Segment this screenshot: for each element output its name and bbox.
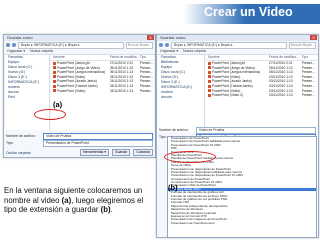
caption-text-part: tipo de extensión a guardar	[4, 205, 101, 215]
caption-text-part: nombre al video	[4, 195, 62, 205]
file-type: Presen...	[139, 88, 154, 93]
file-name-text: PowerPoint (Tutorial Jaeko)	[57, 83, 98, 88]
save-button[interactable]: Guardar	[111, 149, 131, 156]
powerpoint-file-icon	[53, 84, 56, 88]
address-bar: Bryan ▸ INFORMATICA (E:) ▸ Bryan ▸ Busca…	[159, 41, 316, 49]
file-date: 03/11/2010 1:13	[269, 93, 293, 98]
file-name-text: PowerPoint (Juego de Video)	[57, 65, 100, 70]
new-folder-button[interactable]: Nueva carpeta	[183, 49, 206, 54]
callout-b: (b)	[168, 183, 178, 192]
powerpoint-file-icon	[208, 70, 211, 74]
save-as-dialog-left: Guardar como ✕ Bryan ▸ INFORMATICA (E:) …	[3, 34, 156, 158]
file-name-text: PowerPoint (Juegos interactivos)	[57, 70, 106, 75]
file-name-text: PowerPoint (Video)	[57, 74, 86, 79]
powerpoint-file-icon	[208, 89, 211, 93]
path-input[interactable]: Bryan ▸ INFORMATICA (E:) ▸ Bryan ▸	[18, 41, 124, 49]
dialog-footer: Ocultar carpetas Herramientas ▾ Guardar …	[6, 149, 153, 156]
powerpoint-file-icon	[208, 93, 211, 97]
file-row[interactable]: PowerPoint (Video) 03/11/2010 1:13 Presen.…	[51, 89, 154, 94]
file-name-text: PowerPoint (Video)	[212, 88, 241, 93]
organize-button[interactable]: Organizar ▾	[7, 49, 25, 54]
nav-pane: Favoritos Bibliotecas Equipo Disco local (C…	[158, 55, 205, 132]
close-icon[interactable]: ✕	[310, 35, 317, 40]
powerpoint-file-icon	[53, 80, 56, 83]
title-banner: Crear un Video	[184, 4, 320, 24]
path-input[interactable]: Bryan ▸ INFORMATICA (E:) ▸ Bryan ▸	[171, 41, 287, 49]
caption-line-3: tipo de extensión a guardar (b).	[4, 205, 156, 215]
powerpoint-file-icon	[208, 84, 211, 88]
file-name: PowerPoint (Video)	[51, 89, 110, 94]
file-name-text: PowerPoint (Juego de Video)	[212, 65, 255, 70]
column-date[interactable]: Fecha de modifica...	[110, 55, 140, 60]
caption-text-part: , luego elegiremos el	[71, 195, 144, 205]
filename-label: Nombre de archivo:	[6, 134, 36, 138]
file-name-text: PowerPoint (Video)	[57, 88, 86, 93]
caption-text-part: .	[110, 205, 113, 215]
caption-line-1: En la ventana siguiente colocaremos un	[4, 186, 143, 195]
callout-a: (a)	[53, 100, 63, 109]
organize-button[interactable]: Organizar ▾	[160, 49, 178, 54]
page-title: Crear un Video	[204, 5, 293, 19]
powerpoint-file-icon	[208, 66, 211, 70]
powerpoint-file-icon	[53, 70, 56, 74]
file-list: Nombre Fecha de modifica... Tipo PowerPo…	[51, 55, 154, 130]
powerpoint-file-icon	[53, 75, 56, 79]
dropdown-option[interactable]: Presentación de OpenDocument	[168, 222, 316, 225]
caption-text: En la ventana siguiente colocaremos un n…	[4, 186, 156, 215]
caption-line-2: nombre al video (a), luego elegiremos el	[4, 196, 156, 206]
search-input[interactable]: Buscar Bryan	[126, 41, 153, 49]
address-bar: Bryan ▸ INFORMATICA (E:) ▸ Bryan ▸ Busca…	[6, 41, 153, 49]
type-label: Tipo:	[6, 141, 14, 145]
caption-ref-a: (a)	[61, 195, 72, 205]
file-type: Presen...	[301, 93, 315, 98]
file-name-text: PowerPoint (Juegos interactivos)	[212, 70, 261, 75]
column-date[interactable]: Fecha de modifica...	[269, 55, 302, 60]
file-name-text: PowerPoint (Jurado Jaeko)	[57, 79, 97, 84]
file-date: 03/11/2010 1:13	[109, 88, 134, 93]
filename-field[interactable]: Video de Prueba	[196, 126, 316, 134]
column-type[interactable]: Tipo	[140, 55, 154, 60]
file-name-text: PowerPoint (Video 2)	[212, 93, 244, 98]
close-icon[interactable]: ✕	[147, 35, 154, 40]
back-icon[interactable]	[159, 43, 163, 47]
sidebar-item[interactable]: Red	[5, 95, 49, 100]
powerpoint-file-icon	[53, 61, 56, 65]
caption-ref-b: (b)	[100, 205, 111, 215]
dialog-title: Guardar como	[4, 35, 155, 41]
file-name-text: PowerPoint (Jurado Jaeko)	[212, 79, 252, 84]
powerpoint-file-icon	[208, 75, 211, 79]
file-name-text: PowerPoint (Jaeko).jhl	[57, 61, 90, 65]
file-name: PowerPoint (Video 2)	[206, 93, 269, 98]
type-select[interactable]: Presentación de PowerPoint	[43, 139, 153, 147]
column-name[interactable]: Nombre	[206, 55, 269, 60]
file-row[interactable]: PowerPoint (Video 2) 03/11/2010 1:13 Prese…	[206, 93, 317, 98]
hide-folders-toggle[interactable]: Ocultar carpetas	[6, 151, 77, 155]
filename-label: Nombre de archivo:	[159, 128, 189, 132]
save-form: Nombre de archivo: Video de Prueba Tipo:…	[6, 132, 153, 148]
forward-icon[interactable]	[165, 43, 169, 47]
sidebar-item[interactable]: docum	[158, 95, 204, 100]
powerpoint-file-icon	[208, 61, 211, 65]
column-name[interactable]: Nombre	[51, 55, 110, 60]
dialog-title: Guardar como	[157, 35, 318, 41]
highlight-circle-filename	[34, 109, 66, 120]
search-input[interactable]: Buscar Bryan	[289, 41, 316, 49]
forward-icon[interactable]	[12, 43, 16, 47]
powerpoint-file-icon	[208, 80, 211, 83]
file-name-text: PowerPoint (Tutorial Jaeko)	[212, 83, 253, 88]
filename-field[interactable]: Video de Prueba	[43, 132, 153, 140]
cancel-button[interactable]: Cancelar	[133, 149, 153, 156]
new-folder-button[interactable]: Nueva carpeta	[30, 49, 53, 54]
highlight-circle-type	[164, 151, 216, 163]
back-icon[interactable]	[6, 43, 10, 47]
file-list: Nombre Fecha de modifica... Tipo PowerPo…	[206, 55, 317, 132]
powerpoint-file-icon	[53, 66, 56, 70]
file-name-text: PowerPoint (Video)	[212, 74, 241, 79]
tools-button[interactable]: Herramientas ▾	[79, 149, 109, 156]
powerpoint-file-icon	[53, 89, 56, 93]
file-name-text: PowerPoint (Jaeko).jhl	[212, 61, 245, 65]
column-type[interactable]: Tipo	[302, 55, 317, 60]
